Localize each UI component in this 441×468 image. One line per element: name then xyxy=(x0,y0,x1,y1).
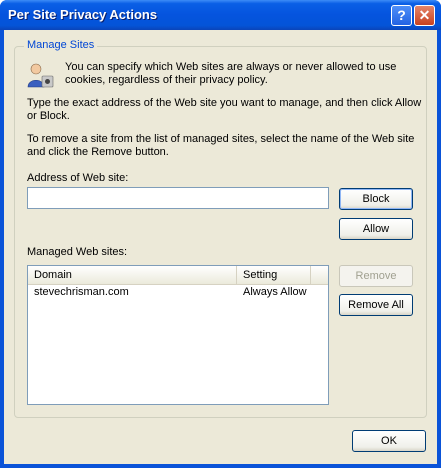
dialog-body: Manage Sites You can specify which Web s… xyxy=(4,30,437,464)
title-bar[interactable]: Per Site Privacy Actions ? ✕ xyxy=(0,0,441,30)
allow-button[interactable]: Allow xyxy=(339,218,413,240)
ok-button[interactable]: OK xyxy=(352,430,426,452)
row-setting: Always Allow xyxy=(243,286,307,298)
managed-sites-label: Managed Web sites: xyxy=(27,246,128,258)
remove-all-button[interactable]: Remove All xyxy=(339,294,413,316)
privacy-person-icon xyxy=(27,63,54,88)
column-header-setting[interactable]: Setting xyxy=(237,266,311,284)
group-label: Manage Sites xyxy=(24,39,98,51)
window-title: Per Site Privacy Actions xyxy=(8,7,158,22)
dialog-window: Per Site Privacy Actions ? ✕ Manage Site… xyxy=(0,0,441,468)
remove-instructions-line2: and click the Remove button. xyxy=(27,146,169,158)
column-header-domain[interactable]: Domain xyxy=(28,266,237,284)
row-domain: stevechrisman.com xyxy=(34,286,129,298)
address-input[interactable] xyxy=(27,187,329,209)
type-instructions-line1: Type the exact address of the Web site y… xyxy=(27,97,422,109)
table-row[interactable]: stevechrisman.com Always Allow xyxy=(28,285,328,300)
help-icon: ? xyxy=(397,7,406,23)
block-button[interactable]: Block xyxy=(339,188,413,210)
list-header: Domain Setting xyxy=(28,266,328,285)
remove-instructions-line1: To remove a site from the list of manage… xyxy=(27,133,415,145)
close-icon: ✕ xyxy=(418,7,431,23)
help-button[interactable]: ? xyxy=(391,5,412,26)
managed-sites-list[interactable]: Domain Setting stevechrisman.com Always … xyxy=(27,265,329,405)
remove-button[interactable]: Remove xyxy=(339,265,413,287)
close-button[interactable]: ✕ xyxy=(414,5,435,26)
address-label: Address of Web site: xyxy=(27,172,129,184)
type-instructions-line2: or Block. xyxy=(27,110,70,122)
intro-text-line1: You can specify which Web sites are alwa… xyxy=(65,61,397,73)
intro-text-line2: cookies, regardless of their privacy pol… xyxy=(65,74,268,86)
